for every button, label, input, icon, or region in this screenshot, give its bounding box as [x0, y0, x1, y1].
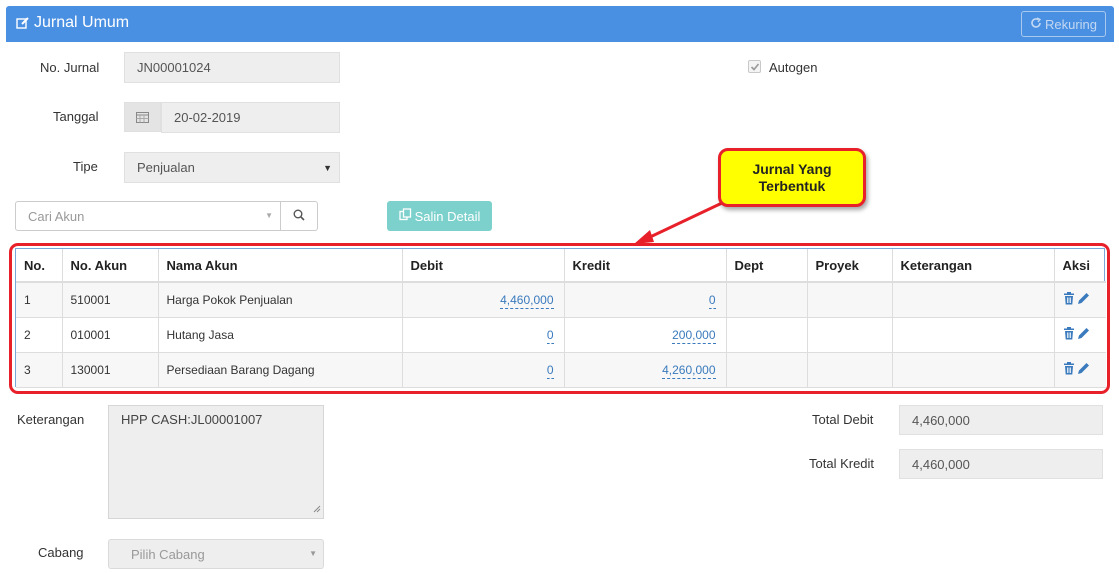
rekuring-button[interactable]: Rekuring: [1020, 11, 1106, 37]
jurnal-detail-table: No. No. Akun Nama Akun Debit Kredit Dept…: [15, 248, 1106, 388]
col-header-keterangan: Keterangan: [892, 249, 1055, 283]
cell-debit: 4,460,000: [402, 282, 565, 318]
kredit-editable[interactable]: 200,000: [672, 325, 716, 344]
search-button[interactable]: [281, 201, 318, 231]
calendar-icon[interactable]: [124, 102, 161, 132]
cell-aksi: [1054, 317, 1106, 353]
cell-nama-akun: Harga Pokok Penjualan: [158, 282, 403, 318]
no-jurnal-label: No. Jurnal: [40, 60, 100, 75]
cell-debit: 0: [402, 317, 565, 353]
cari-akun-placeholder: Cari Akun: [28, 208, 85, 224]
cell-keterangan: [892, 282, 1055, 318]
salin-detail-label: Salin Detail: [414, 208, 481, 224]
tipe-value: Penjualan: [137, 160, 195, 175]
page-header: Jurnal Umum Rekuring: [6, 6, 1114, 42]
cabang-placeholder: Pilih Cabang: [131, 546, 205, 562]
cell-nama-akun: Hutang Jasa: [158, 317, 403, 353]
cell-kredit: 4,260,000: [564, 352, 727, 388]
total-kredit-label: Total Kredit: [809, 456, 875, 471]
trash-icon[interactable]: [1063, 291, 1075, 308]
cabang-select[interactable]: Pilih Cabang ▼: [108, 539, 324, 569]
cell-no-akun: 510001: [62, 282, 159, 318]
cell-no-akun: 010001: [62, 317, 159, 353]
col-header-dept: Dept: [726, 249, 808, 283]
cell-proyek: [807, 352, 893, 388]
no-jurnal-field[interactable]: JN00001024: [124, 52, 340, 83]
tipe-select[interactable]: Penjualan ▼: [124, 152, 340, 183]
autogen-checkbox[interactable]: [748, 60, 761, 73]
no-jurnal-value: JN00001024: [137, 60, 211, 75]
cell-no: 2: [16, 317, 63, 353]
keterangan-value: HPP CASH:JL00001007: [121, 412, 263, 427]
col-header-kredit: Kredit: [564, 249, 727, 283]
cell-debit: 0: [402, 352, 565, 388]
cell-aksi: [1054, 282, 1106, 318]
col-header-debit: Debit: [402, 249, 565, 283]
caret-down-icon: ▼: [323, 163, 332, 173]
caret-down-icon: ▼: [309, 549, 317, 558]
resize-handle-icon[interactable]: [313, 501, 321, 516]
cell-dept: [726, 282, 808, 318]
col-header-nama-akun: Nama Akun: [158, 249, 403, 283]
total-kredit-value: 4,460,000: [912, 456, 970, 472]
total-kredit-field: 4,460,000: [899, 449, 1103, 479]
tanggal-label: Tanggal: [53, 109, 99, 124]
table-row: 1 510001 Harga Pokok Penjualan 4,460,000…: [16, 282, 1106, 318]
col-header-no: No.: [16, 249, 63, 283]
copy-icon: [398, 208, 412, 224]
tanggal-value: 20-02-2019: [174, 110, 241, 125]
debit-editable[interactable]: 4,460,000: [500, 290, 554, 310]
total-debit-value: 4,460,000: [912, 412, 970, 428]
total-debit-field: 4,460,000: [899, 405, 1103, 435]
edit-icon: [16, 16, 30, 30]
table-row: 2 010001 Hutang Jasa 0 200,000: [16, 317, 1106, 353]
keterangan-textarea[interactable]: HPP CASH:JL00001007: [108, 405, 324, 519]
debit-editable[interactable]: 0: [546, 325, 554, 344]
page-title-text: Jurnal Umum: [34, 14, 130, 31]
cell-kredit: 200,000: [564, 317, 727, 353]
pencil-icon[interactable]: [1077, 327, 1090, 343]
cari-akun-select[interactable]: Cari Akun ▼: [15, 201, 281, 231]
caret-down-icon: ▼: [265, 211, 273, 220]
total-debit-label: Total Debit: [812, 412, 874, 427]
cell-aksi: [1054, 352, 1106, 388]
table-row: 3 130001 Persediaan Barang Dagang 0 4,26…: [16, 352, 1106, 388]
keterangan-label: Keterangan: [17, 412, 85, 427]
col-header-aksi: Aksi: [1054, 249, 1106, 283]
refresh-icon: [1030, 16, 1042, 32]
cell-kredit: 0: [564, 282, 727, 318]
annotation-callout: Jurnal Yang Terbentuk: [718, 148, 866, 207]
cell-dept: [726, 352, 808, 388]
cell-no: 1: [16, 282, 63, 318]
trash-icon[interactable]: [1063, 326, 1075, 343]
col-header-no-akun: No. Akun: [62, 249, 159, 283]
kredit-editable[interactable]: 0: [708, 290, 716, 310]
cabang-label: Cabang: [38, 545, 84, 560]
salin-detail-button[interactable]: Salin Detail: [387, 201, 492, 231]
kredit-editable[interactable]: 4,260,000: [662, 360, 716, 379]
trash-icon[interactable]: [1063, 361, 1075, 378]
cell-no: 3: [16, 352, 63, 388]
col-header-proyek: Proyek: [807, 249, 893, 283]
cell-proyek: [807, 282, 893, 318]
autogen-label: Autogen: [769, 60, 818, 75]
cell-keterangan: [892, 352, 1055, 388]
rekuring-label: Rekuring: [1044, 16, 1097, 32]
cell-proyek: [807, 317, 893, 353]
cell-keterangan: [892, 317, 1055, 353]
tipe-label: Tipe: [73, 159, 98, 174]
cell-nama-akun: Persediaan Barang Dagang: [158, 352, 403, 388]
debit-editable[interactable]: 0: [546, 360, 554, 379]
pencil-icon[interactable]: [1077, 362, 1090, 378]
pencil-icon[interactable]: [1077, 292, 1090, 308]
cell-dept: [726, 317, 808, 353]
search-icon: [293, 209, 305, 224]
tanggal-field[interactable]: 20-02-2019: [161, 102, 340, 133]
table-header-row: No. No. Akun Nama Akun Debit Kredit Dept…: [16, 249, 1106, 283]
cell-no-akun: 130001: [62, 352, 159, 388]
page-title: Jurnal Umum: [16, 14, 129, 32]
